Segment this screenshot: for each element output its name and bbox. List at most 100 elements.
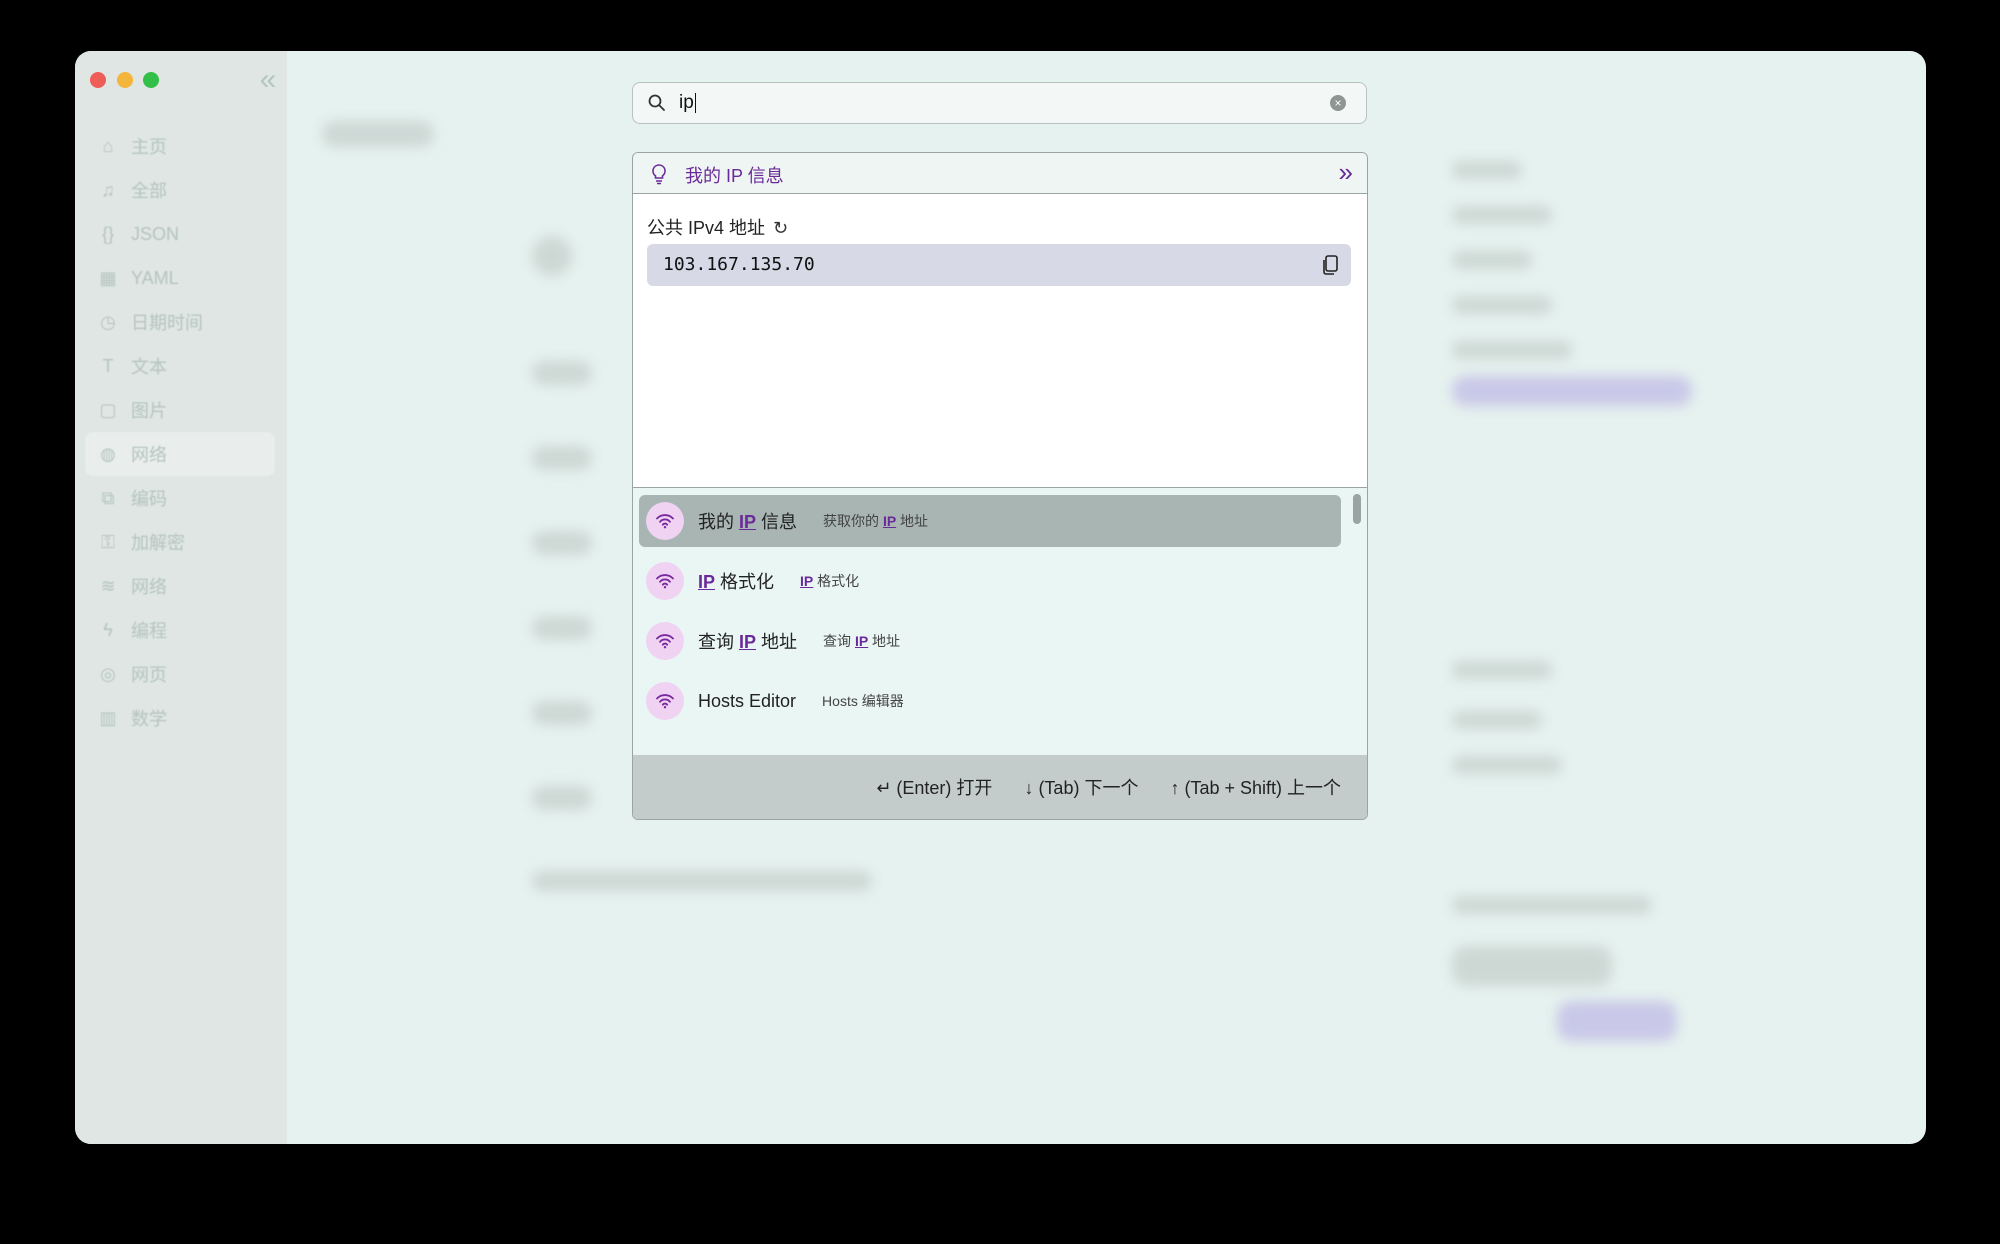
sidebar-item-datetime[interactable]: ◷ 日期时间 — [85, 300, 275, 344]
result-description-part: Hosts 编辑器 — [822, 693, 904, 709]
blurred-item — [1452, 251, 1532, 269]
sidebar-item-json[interactable]: {} JSON — [85, 212, 275, 256]
sidebar-item-crypto[interactable]: ⚿ 加解密 — [85, 520, 275, 564]
sidebar-item-label: 网络 — [131, 445, 167, 465]
search-icon — [648, 94, 665, 111]
result-description: 获取你的 IP 地址 — [823, 511, 928, 531]
wifi-icon — [646, 622, 684, 660]
result-name-part: 格式化 — [715, 572, 775, 592]
result-name: 我的 IP 信息 — [698, 508, 797, 534]
blurred-field — [532, 361, 592, 385]
refresh-icon[interactable]: ↻ — [773, 218, 788, 239]
sidebar-item-text[interactable]: T 文本 — [85, 344, 275, 388]
zoom-window-button[interactable] — [143, 72, 159, 88]
sidebar-item-label: 网络 — [131, 577, 167, 597]
result-description-part: 地址 — [868, 633, 901, 649]
sidebar-item-label: 主页 — [131, 137, 167, 157]
blurred-field — [532, 531, 592, 555]
collapse-sidebar-icon[interactable]: « — [253, 65, 283, 96]
blurred-item — [1452, 341, 1572, 359]
close-window-button[interactable] — [90, 72, 106, 88]
sidebar-item-label: YAML — [131, 267, 179, 288]
sidebar-item-math[interactable]: ▥ 数学 — [85, 696, 275, 740]
sidebar-item-label: 文本 — [131, 357, 167, 377]
results-scrollbar[interactable] — [1353, 494, 1361, 524]
blurred-item — [1452, 896, 1652, 914]
sidebar-item-programming[interactable]: ϟ 编程 — [85, 608, 275, 652]
open-tool-icon[interactable]: » — [1339, 158, 1353, 186]
result-name-part: 我的 — [698, 512, 740, 532]
wifi-icon — [646, 502, 684, 540]
command-search-bar[interactable]: ip × — [632, 82, 1367, 124]
result-description-part: 查询 — [823, 633, 855, 649]
blurred-line — [532, 871, 872, 891]
sidebar-item-label: 网页 — [131, 665, 167, 685]
blurred-field — [532, 786, 592, 810]
preview-title: 我的 IP 信息 — [685, 166, 784, 186]
result-item[interactable]: Hosts Editor Hosts 编辑器 — [639, 675, 1341, 727]
blurred-item — [1452, 946, 1612, 986]
home-icon: ⌂ — [102, 136, 114, 156]
wifi-icon — [646, 682, 684, 720]
minimize-window-button[interactable] — [117, 72, 133, 88]
code-icon: ⧉ — [101, 488, 115, 508]
result-description: Hosts 编辑器 — [822, 691, 904, 711]
blurred-field — [532, 616, 592, 640]
result-name: IP 格式化 — [698, 568, 774, 594]
command-palette-panel: 我的 IP 信息 » 公共 IPv4 地址 ↻ 103.167.135.70 我的… — [632, 152, 1368, 820]
sidebar-item-network-active[interactable]: ◍ 网络 — [85, 432, 275, 476]
grid-icon: ▦ — [99, 268, 117, 288]
sidebar-item-label: 编程 — [131, 621, 167, 641]
match-highlight: IP — [698, 572, 716, 592]
result-item[interactable]: 我的 IP 信息 获取你的 IP 地址 — [639, 495, 1341, 547]
result-item[interactable]: IP 格式化 IP 格式化 — [639, 555, 1341, 607]
sidebar-item-label: 全部 — [131, 181, 167, 201]
result-name-part: 地址 — [756, 632, 798, 652]
ipv4-label-text: 公共 IPv4 地址 — [647, 218, 766, 238]
sidebar-item-label: 数学 — [131, 709, 167, 729]
sidebar: « ⌂ 主页 ♫ 全部 {} JSON ▦ YAML ◷ 日期时间 T 文本 ▢ 图片 ◍ 网络… — [75, 51, 287, 1144]
sidebar-item-yaml[interactable]: ▦ YAML — [85, 256, 275, 300]
image-icon: ▢ — [99, 400, 117, 420]
result-name: 查询 IP 地址 — [698, 628, 797, 654]
match-highlight: IP — [739, 512, 757, 532]
sidebar-item-network[interactable]: ≋ 网络 — [85, 564, 275, 608]
match-highlight: IP — [882, 513, 897, 529]
hint-tab: ↓ (Tab) 下一个 — [1024, 778, 1139, 798]
wifi-icon — [646, 562, 684, 600]
result-description-part: 获取你的 — [823, 513, 883, 529]
keyboard-hints: ↵ (Enter) 打开 ↓ (Tab) 下一个 ↑ (Tab + Shift)… — [633, 755, 1367, 819]
search-input[interactable]: ip — [679, 92, 697, 114]
result-name: Hosts Editor — [698, 691, 796, 712]
result-description: IP 格式化 — [800, 571, 859, 591]
bell-icon: ♫ — [101, 180, 115, 200]
sidebar-item-all[interactable]: ♫ 全部 — [85, 168, 275, 212]
clear-search-icon[interactable]: × — [1330, 95, 1346, 111]
copy-icon[interactable] — [1321, 254, 1339, 276]
ip-info-preview: 公共 IPv4 地址 ↻ 103.167.135.70 — [633, 194, 1367, 487]
blurred-field — [532, 701, 592, 725]
blurred-item — [1452, 296, 1552, 314]
sidebar-item-web[interactable]: ◎ 网页 — [85, 652, 275, 696]
blurred-item — [1452, 711, 1542, 729]
sidebar-item-label: JSON — [131, 223, 180, 244]
sidebar-item-home[interactable]: ⌂ 主页 — [85, 124, 275, 168]
sidebar-item-encoding[interactable]: ⧉ 编码 — [85, 476, 275, 520]
sidebar-item-label: 加解密 — [131, 533, 185, 553]
hint-enter: ↵ (Enter) 打开 — [876, 778, 993, 798]
globe-icon: ◎ — [100, 664, 116, 684]
lock-icon: ⚿ — [101, 532, 115, 552]
lightbulb-icon — [652, 164, 666, 185]
ip-address-field: 103.167.135.70 — [647, 244, 1351, 286]
result-item[interactable]: 查询 IP 地址 查询 IP 地址 — [639, 615, 1341, 667]
match-highlight: IP — [739, 632, 757, 652]
text-icon: T — [102, 356, 114, 376]
sidebar-item-image[interactable]: ▢ 图片 — [85, 388, 275, 432]
result-name-part: 信息 — [756, 512, 798, 532]
blurred-title — [322, 121, 434, 147]
result-description: 查询 IP 地址 — [823, 631, 900, 651]
blurred-avatar — [532, 236, 572, 276]
preview-header: 我的 IP 信息 » — [633, 153, 1367, 194]
clock-icon: ◷ — [100, 312, 116, 332]
result-description-part: 地址 — [896, 513, 929, 529]
